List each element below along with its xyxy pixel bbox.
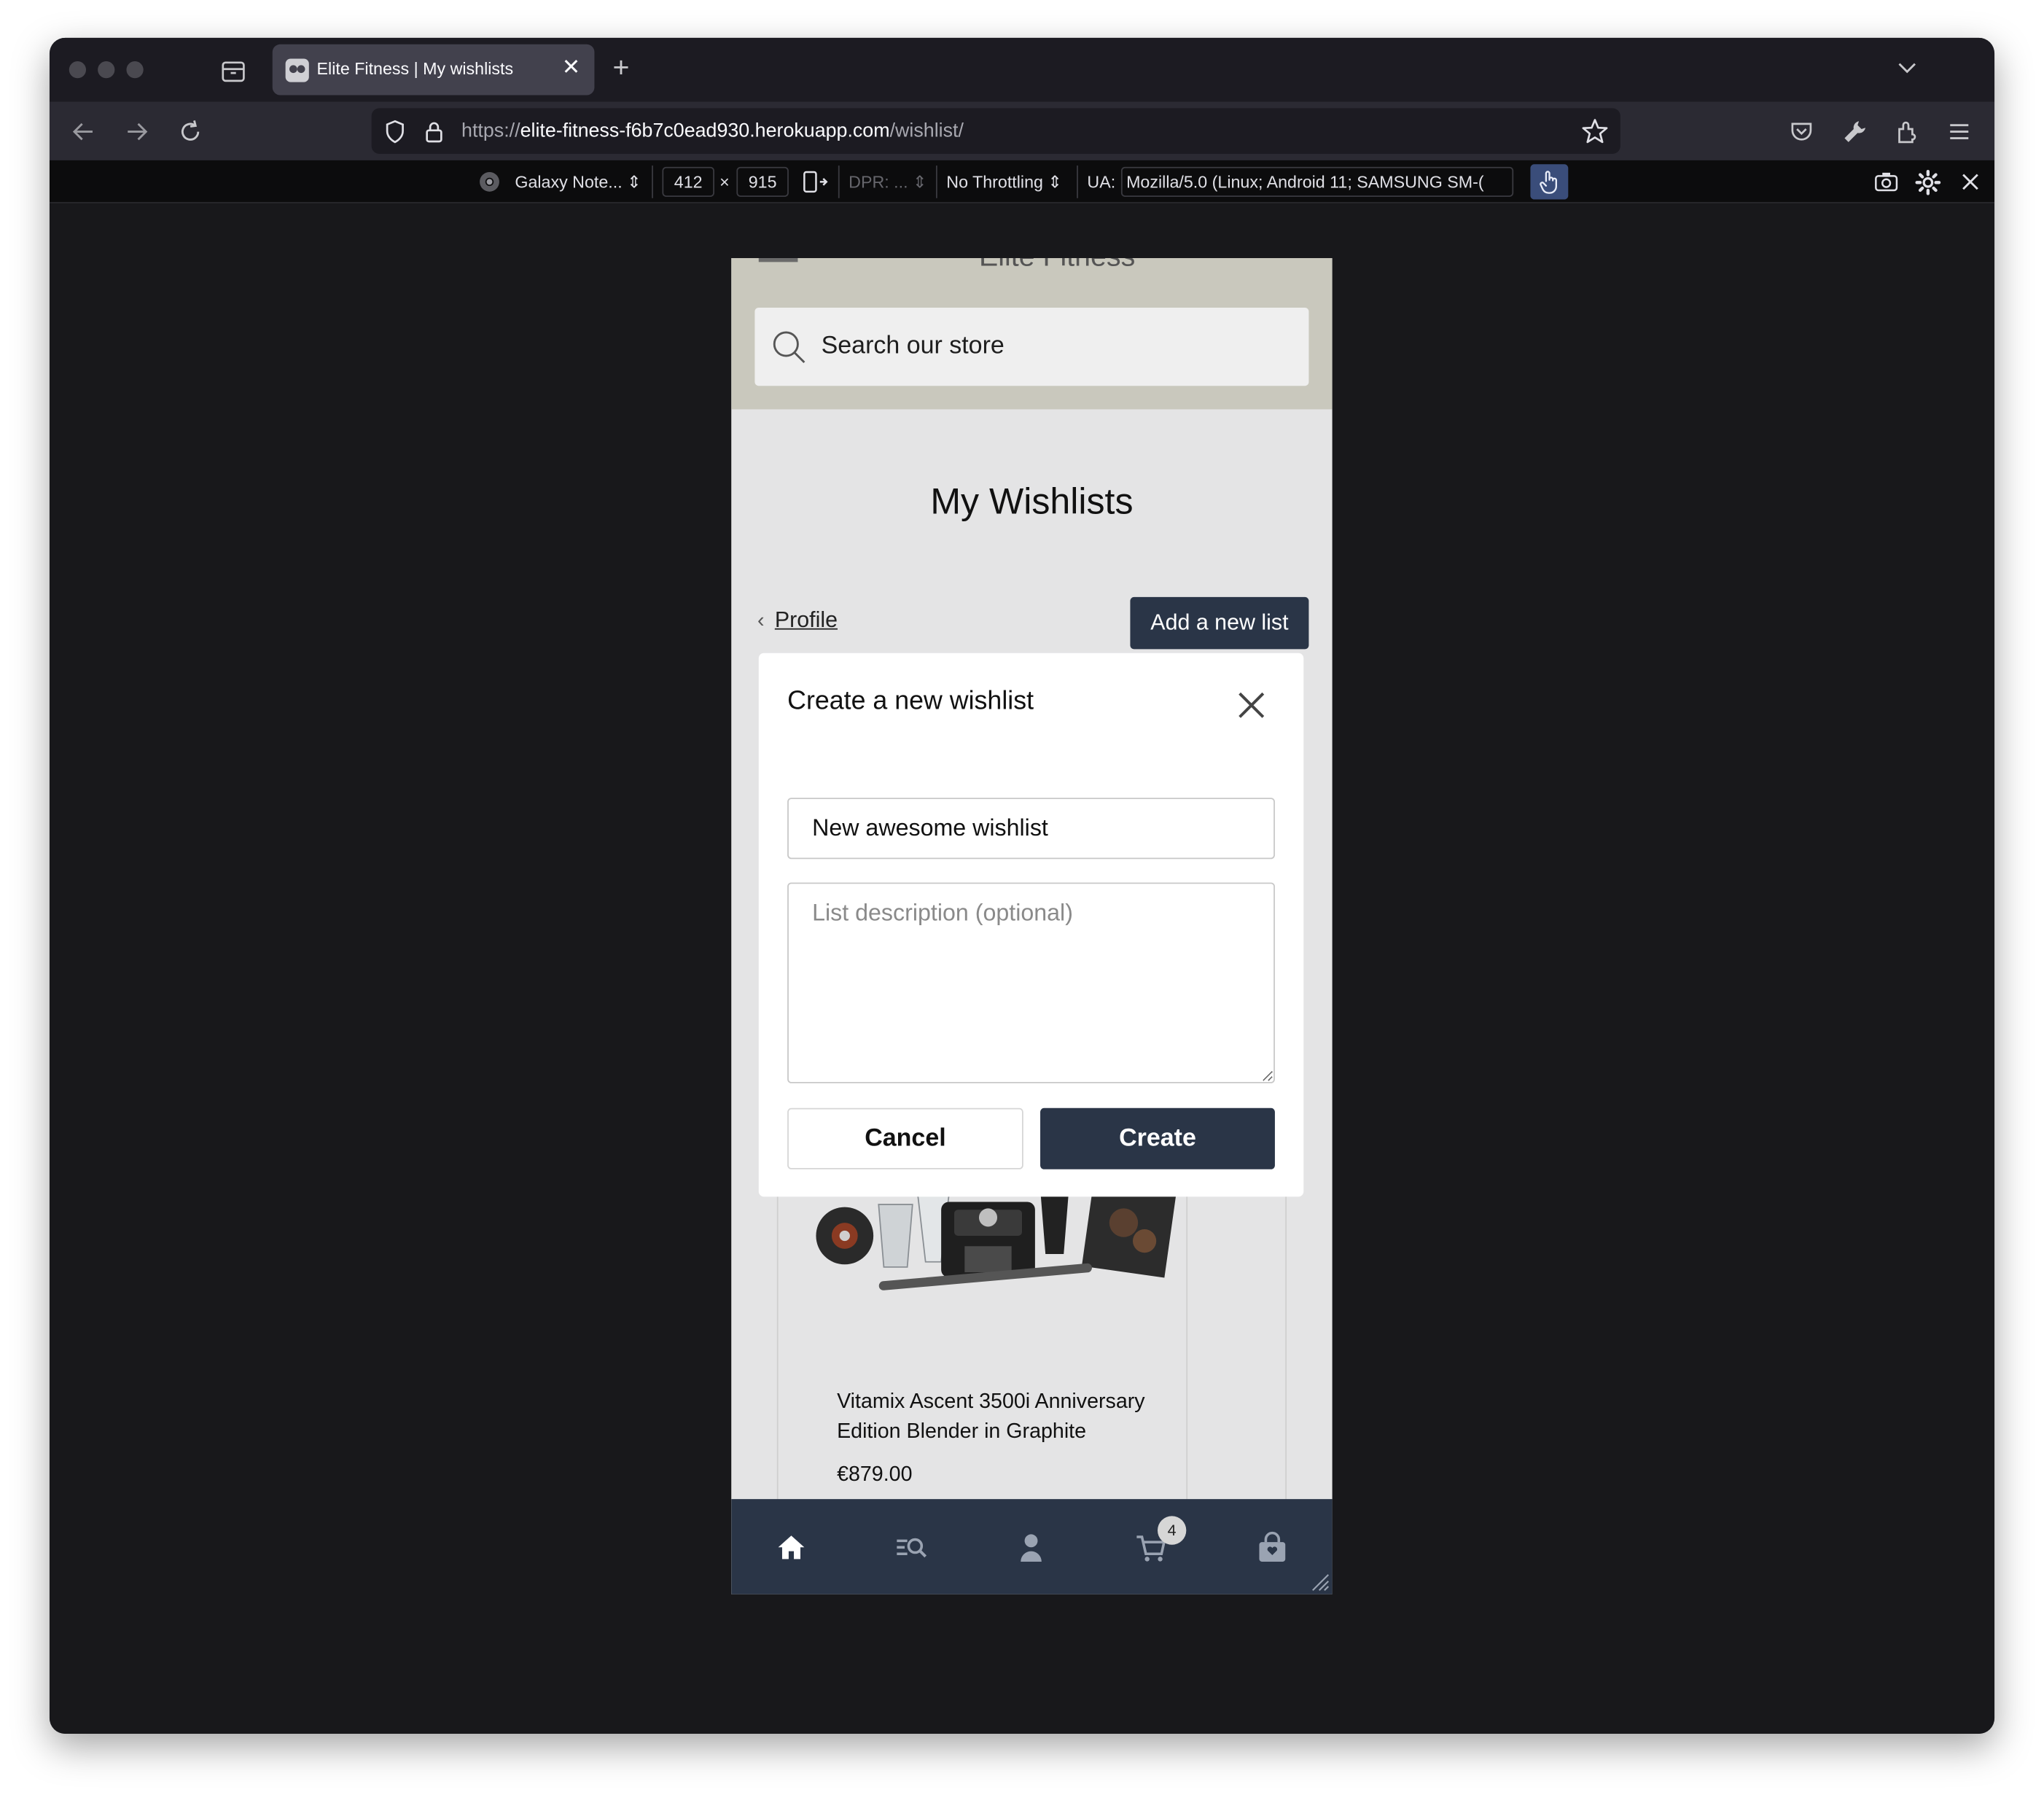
product-name[interactable]: Vitamix Ascent 3500i Anniversary Edition… <box>837 1387 1176 1446</box>
shield-icon[interactable] <box>382 119 408 145</box>
wishlist-description-textarea[interactable] <box>787 882 1275 1083</box>
menu-icon[interactable] <box>1945 117 1973 146</box>
search-placeholder: Search our store <box>821 332 1005 360</box>
url-path: /wishlist/ <box>889 120 964 142</box>
wrench-icon[interactable] <box>1841 117 1869 146</box>
url-host: elite-fitness-f6b7c0ead930.herokuapp.com <box>520 120 890 142</box>
throttling-label: No Throttling <box>946 172 1043 192</box>
extensions-icon[interactable] <box>1893 117 1922 146</box>
zoom-window-dot[interactable] <box>126 61 144 79</box>
new-tab-icon[interactable]: + <box>612 51 629 85</box>
back-arrow-icon[interactable] <box>69 117 98 146</box>
dimension-separator: × <box>719 172 730 192</box>
viewport-width-input[interactable]: 412 <box>662 166 714 197</box>
dpr-label: DPR: ... <box>849 172 908 192</box>
cart-count-badge: 4 <box>1157 1516 1187 1545</box>
dpr-selector[interactable]: DPR: ... ⇕ <box>849 172 927 193</box>
user-agent-input[interactable]: Mozilla/5.0 (Linux; Android 11; SAMSUNG … <box>1120 166 1514 197</box>
wishlist-name-input[interactable] <box>787 798 1275 860</box>
screenshot: Elite Fitness | My wishlists ✕ + https:/… <box>0 0 2044 1795</box>
tab-title: Elite Fitness | My wishlists <box>316 58 514 79</box>
viewport-resize-handle-icon[interactable] <box>1308 1570 1330 1592</box>
store-search-input[interactable]: Search our store <box>754 307 1309 386</box>
throttling-selector[interactable]: No Throttling ⇕ <box>946 172 1062 193</box>
bag-icon[interactable] <box>1255 1530 1289 1564</box>
bookmark-star-icon[interactable] <box>1581 117 1609 145</box>
url-text: https://elite-fitness-f6b7c0ead930.herok… <box>461 120 964 141</box>
product-price: €879.00 <box>837 1463 913 1487</box>
search-list-icon[interactable] <box>894 1530 928 1564</box>
ua-label: UA: <box>1087 172 1116 192</box>
cancel-button[interactable]: Cancel <box>787 1107 1023 1169</box>
rdm-divider <box>652 166 653 198</box>
store-header: Elite Fitness Search our store <box>731 258 1333 410</box>
chevron-left-icon: ‹ <box>757 610 765 633</box>
device-selector[interactable]: Galaxy Note... ⇕ <box>515 172 641 193</box>
search-icon <box>773 331 805 364</box>
profile-back-link[interactable]: ‹ Profile <box>757 607 838 634</box>
create-wishlist-modal: Create a new wishlist Cancel Create <box>758 653 1304 1197</box>
mobile-viewport: Elite Fitness Search our store My Wishli… <box>731 258 1333 1595</box>
hamburger-menu-icon[interactable] <box>758 258 798 262</box>
navigation-toolbar: https://elite-fitness-f6b7c0ead930.herok… <box>49 101 1995 160</box>
rdm-divider <box>838 166 840 198</box>
profile-link-label: Profile <box>774 607 838 633</box>
tab-close-icon[interactable]: ✕ <box>562 55 580 81</box>
store-logo-title[interactable]: Elite Fitness <box>979 258 1135 273</box>
address-bar[interactable]: https://elite-fitness-f6b7c0ead930.herok… <box>371 108 1620 154</box>
forward-arrow-icon[interactable] <box>122 117 151 146</box>
close-icon[interactable] <box>1233 687 1270 723</box>
modal-title: Create a new wishlist <box>787 687 1034 716</box>
close-window-dot[interactable] <box>69 61 87 79</box>
page-title: My Wishlists <box>930 480 1134 522</box>
tab-bar: Elite Fitness | My wishlists ✕ + <box>49 37 1995 102</box>
home-icon[interactable] <box>774 1530 808 1564</box>
minimize-window-dot[interactable] <box>98 61 115 79</box>
tab-manager-icon[interactable] <box>219 56 247 85</box>
site-favicon-icon <box>285 58 309 82</box>
chrome-browser-icon <box>480 172 499 192</box>
bottom-navigation: 4 <box>731 1499 1333 1595</box>
user-icon[interactable] <box>1014 1530 1048 1564</box>
rdm-divider <box>935 166 937 198</box>
lock-icon[interactable] <box>421 119 448 145</box>
reload-icon[interactable] <box>176 117 204 146</box>
product-image[interactable] <box>811 1188 1177 1307</box>
touch-hand-icon <box>1540 171 1557 194</box>
active-tab[interactable]: Elite Fitness | My wishlists ✕ <box>272 44 595 96</box>
settings-gear-icon[interactable] <box>1915 169 1941 195</box>
touch-simulation-button[interactable] <box>1530 164 1569 200</box>
pocket-icon[interactable] <box>1787 117 1816 146</box>
chevron-down-icon[interactable] <box>1895 56 1919 79</box>
viewport-height-input[interactable]: 915 <box>736 166 789 197</box>
responsive-design-toolbar: Galaxy Note... ⇕ 412 × 915 DPR: ... ⇕ No… <box>49 160 1995 203</box>
create-button[interactable]: Create <box>1040 1107 1275 1169</box>
rotate-viewport-icon[interactable] <box>802 169 828 194</box>
rdm-divider <box>1077 166 1078 198</box>
close-rdm-icon[interactable] <box>1959 171 1981 192</box>
add-new-list-button[interactable]: Add a new list <box>1130 596 1309 650</box>
card-divider <box>1285 1188 1287 1502</box>
url-scheme: https:// <box>461 120 520 142</box>
wishlist-product-card[interactable]: Vitamix Ascent 3500i Anniversary Edition… <box>776 1188 1188 1502</box>
screenshot-camera-icon[interactable] <box>1873 169 1900 194</box>
device-name: Galaxy Note... <box>515 172 623 192</box>
